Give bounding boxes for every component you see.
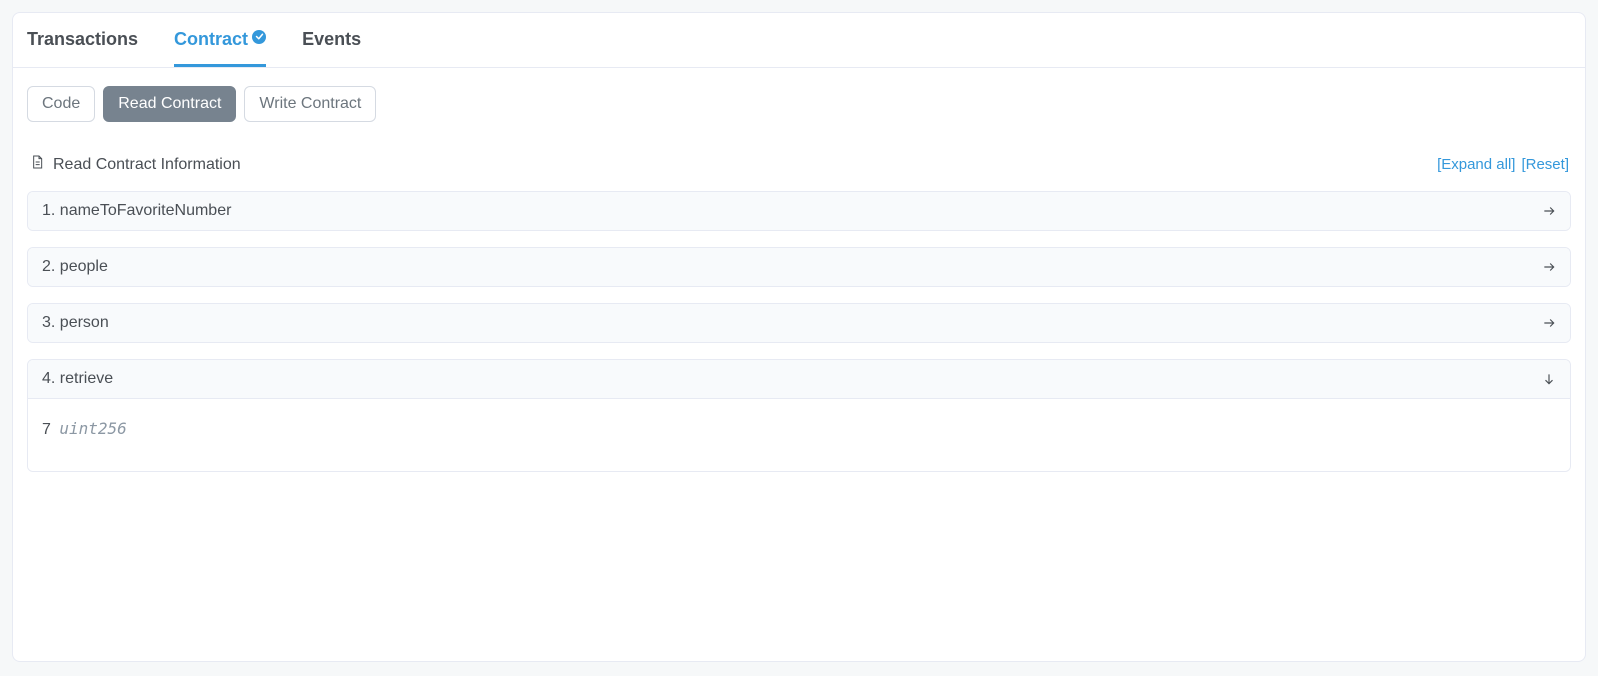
expand-all-link[interactable]: [Expand all] xyxy=(1437,156,1515,173)
tab-events-label: Events xyxy=(302,29,361,50)
tab-events[interactable]: Events xyxy=(302,13,361,67)
method-item: 3. person xyxy=(27,303,1571,343)
return-type: uint256 xyxy=(59,419,126,438)
subtab-row: Code Read Contract Write Contract xyxy=(27,86,1571,122)
document-icon xyxy=(29,154,45,175)
arrow-right-icon xyxy=(1542,316,1556,330)
arrow-down-icon xyxy=(1542,372,1556,386)
return-value: 7 xyxy=(42,421,51,438)
contract-panel: Transactions Contract Events Code Read C… xyxy=(12,12,1586,662)
section-title: Read Contract Information xyxy=(29,154,241,175)
method-header-people[interactable]: 2. people xyxy=(28,248,1570,286)
method-label: 2. people xyxy=(42,258,108,276)
write-contract-button[interactable]: Write Contract xyxy=(244,86,376,122)
section-header: Read Contract Information [Expand all] [… xyxy=(27,154,1571,175)
reset-link[interactable]: [Reset] xyxy=(1521,156,1569,173)
section-title-text: Read Contract Information xyxy=(53,156,241,174)
tab-transactions[interactable]: Transactions xyxy=(27,13,138,67)
method-item: 1. nameToFavoriteNumber xyxy=(27,191,1571,231)
tab-contract-label: Contract xyxy=(174,29,248,50)
method-item: 2. people xyxy=(27,247,1571,287)
verified-badge-icon xyxy=(252,30,266,44)
tab-contract[interactable]: Contract xyxy=(174,13,266,67)
method-item: 4. retrieve 7 uint256 xyxy=(27,359,1571,472)
method-label: 4. retrieve xyxy=(42,370,113,388)
section-actions: [Expand all] [Reset] xyxy=(1437,156,1569,173)
content-area: Code Read Contract Write Contract Read C… xyxy=(13,68,1585,506)
method-label: 1. nameToFavoriteNumber xyxy=(42,202,231,220)
tab-transactions-label: Transactions xyxy=(27,29,138,50)
method-header-person[interactable]: 3. person xyxy=(28,304,1570,342)
method-body-retrieve: 7 uint256 xyxy=(28,398,1570,471)
arrow-right-icon xyxy=(1542,204,1556,218)
code-button[interactable]: Code xyxy=(27,86,95,122)
main-tabs: Transactions Contract Events xyxy=(13,13,1585,68)
method-header-retrieve[interactable]: 4. retrieve xyxy=(28,360,1570,398)
method-header-nametofavoritenumber[interactable]: 1. nameToFavoriteNumber xyxy=(28,192,1570,230)
arrow-right-icon xyxy=(1542,260,1556,274)
read-contract-button[interactable]: Read Contract xyxy=(103,86,236,122)
method-label: 3. person xyxy=(42,314,109,332)
